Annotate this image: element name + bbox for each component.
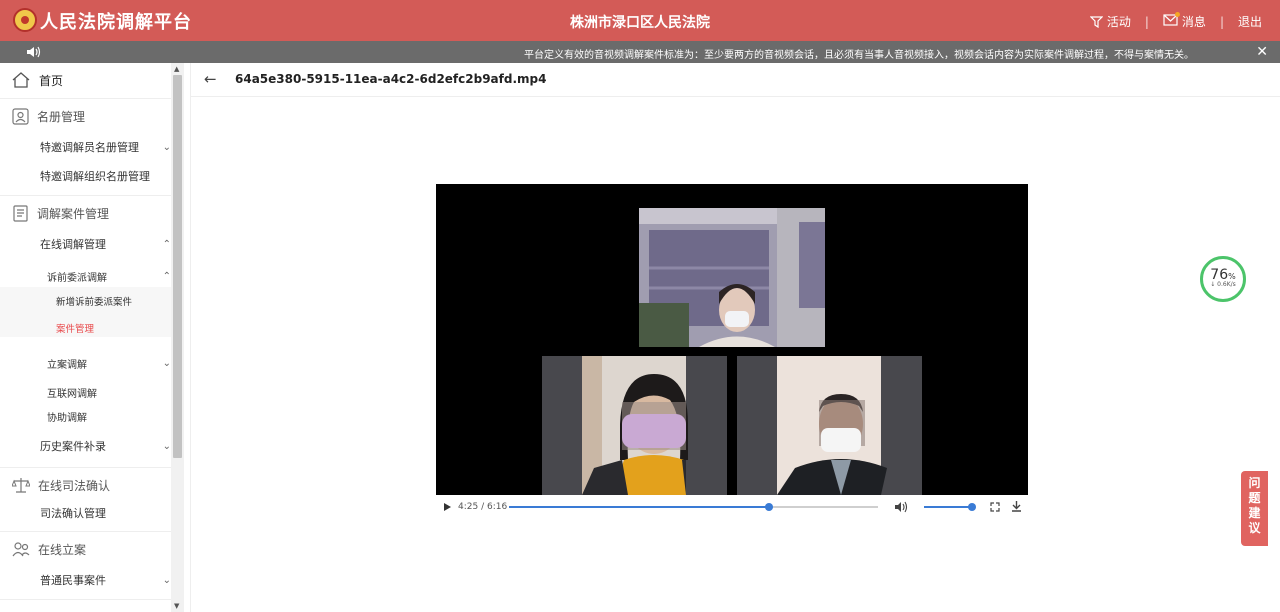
playback-time: 4:25 / 6:16 <box>458 502 508 512</box>
scroll-up-icon[interactable]: ▲ <box>174 65 179 73</box>
chevron-down-icon: ⌄ <box>162 141 171 153</box>
scales-icon <box>12 478 30 493</box>
video-filename: 64a5e380-5915-11ea-a4c2-6d2efc2b9afd.mp4 <box>235 72 547 86</box>
party-b-video-frame <box>737 356 922 495</box>
sidebar-item-pre-suit[interactable]: 诉前委派调解 ⌃ <box>47 269 183 284</box>
chevron-up-icon: ⌃ <box>162 271 171 282</box>
scroll-down-icon[interactable]: ▼ <box>174 602 179 610</box>
mediator-roster-label: 特邀调解员名册管理 <box>40 141 139 154</box>
activity-button[interactable]: 活动 <box>1089 13 1131 30</box>
widget-speed: ↓ 0.6K/s <box>1210 281 1236 288</box>
document-icon <box>13 204 28 222</box>
chevron-down-icon: ⌄ <box>162 358 171 369</box>
assisted-mediation-label: 协助调解 <box>47 413 87 424</box>
sidebar-item-civil-cases[interactable]: 普通民事案件 ⌄ <box>40 572 183 588</box>
scrollbar-thumb[interactable] <box>173 75 182 458</box>
chevron-down-icon: ⌄ <box>162 440 171 452</box>
volume-handle[interactable] <box>968 503 976 511</box>
header-separator: | <box>1144 14 1149 29</box>
volume-level <box>924 506 972 508</box>
notice-text: 平台定义有效的音视频调解案件标准为：至少要两方的音视频会话，且必须有当事人音视频… <box>524 50 1194 61</box>
pre-suit-label: 诉前委派调解 <box>47 273 107 284</box>
sidebar-section-filing[interactable]: 在线立案 <box>0 531 171 566</box>
flag-icon <box>1089 16 1103 28</box>
sidebar-item-history[interactable]: 历史案件补录 ⌄ <box>40 438 183 454</box>
sidebar: 首页 名册管理 特邀调解员名册管理 ⌄ 特邀调解组织名册管理 调解案件管理 在线… <box>0 63 184 612</box>
player-controls: 4:25 / 6:16 <box>436 495 1028 518</box>
sidebar-item-org-roster[interactable]: 特邀调解组织名册管理 <box>40 168 171 184</box>
org-roster-label: 特邀调解组织名册管理 <box>40 170 150 183</box>
roster-section-label: 名册管理 <box>37 109 86 124</box>
logout-label: 退出 <box>1237 15 1262 29</box>
unread-dot <box>1174 12 1180 17</box>
people-icon <box>12 542 30 557</box>
video-player[interactable] <box>436 184 1028 495</box>
speaker-icon <box>27 46 41 58</box>
sidebar-divider <box>0 599 171 600</box>
sidebar-item-new-pre-suit[interactable]: 新增诉前委派案件 <box>56 294 171 308</box>
sidebar-item-internet-mediation[interactable]: 互联网调解 <box>47 385 171 400</box>
logout-button[interactable]: 退出 <box>1238 13 1262 30</box>
sidebar-section-cases[interactable]: 调解案件管理 <box>0 195 171 230</box>
seek-bar[interactable] <box>509 503 878 511</box>
activity-label: 活动 <box>1106 15 1131 29</box>
file-header: ← 64a5e380-5915-11ea-a4c2-6d2efc2b9afd.m… <box>191 63 1280 97</box>
percent-unit: % <box>1228 272 1236 281</box>
sidebar-item-online-mediation[interactable]: 在线调解管理 ⌃ <box>40 236 183 252</box>
header-separator: | <box>1219 14 1224 29</box>
history-label: 历史案件补录 <box>40 440 106 453</box>
sidebar-item-filing-mediation[interactable]: 立案调解 ⌄ <box>47 356 183 371</box>
filing-section-label: 在线立案 <box>38 542 87 557</box>
judicial-section-label: 在线司法确认 <box>38 478 111 493</box>
party-a-video-frame <box>542 356 727 495</box>
feedback-button[interactable]: 问题建议 <box>1241 471 1268 546</box>
filing-mediation-label: 立案调解 <box>47 360 87 371</box>
download-icon[interactable] <box>1011 500 1022 512</box>
sidebar-item-home[interactable]: 首页 <box>0 63 171 97</box>
mediator-video-frame <box>639 208 825 347</box>
home-icon <box>12 72 30 88</box>
sidebar-item-judicial-mgmt[interactable]: 司法确认管理 <box>40 505 171 521</box>
judicial-mgmt-label: 司法确认管理 <box>40 507 106 520</box>
sidebar-item-mediator-roster[interactable]: 特邀调解员名册管理 ⌄ <box>40 139 183 155</box>
new-pre-suit-label: 新增诉前委派案件 <box>56 297 133 308</box>
internet-mediation-label: 互联网调解 <box>47 389 97 400</box>
header-actions: 活动 | 消息 | 退出 <box>1089 12 1262 30</box>
roster-icon <box>12 107 29 125</box>
back-arrow-icon[interactable]: ← <box>204 70 217 88</box>
seek-progress <box>509 506 769 508</box>
fullscreen-icon[interactable] <box>990 502 1000 512</box>
civil-cases-label: 普通民事案件 <box>40 574 106 587</box>
close-icon[interactable]: ✕ <box>1256 44 1268 60</box>
home-label: 首页 <box>39 73 64 88</box>
sidebar-section-judicial[interactable]: 在线司法确认 <box>0 467 171 502</box>
chevron-down-icon: ⌄ <box>162 574 171 586</box>
video-tile-mediator <box>639 208 825 347</box>
notice-bar: 平台定义有效的音视频调解案件标准为：至少要两方的音视频会话，且必须有当事人音视频… <box>0 41 1280 63</box>
volume-icon[interactable] <box>894 501 908 513</box>
case-management-label: 案件管理 <box>56 324 95 335</box>
court-name: 株洲市渌口区人民法院 <box>570 15 710 31</box>
top-bar: 人民法院调解平台 株洲市渌口区人民法院 活动 | 消息 | 退出 <box>0 0 1280 41</box>
chevron-up-icon: ⌃ <box>162 238 171 250</box>
volume-slider[interactable] <box>924 503 976 511</box>
message-button[interactable]: 消息 <box>1163 12 1206 30</box>
sidebar-scrollbar[interactable]: ▲ ▼ <box>171 63 184 612</box>
seek-handle[interactable] <box>764 503 773 511</box>
feedback-label: 问题建议 <box>1248 476 1261 535</box>
case-section-label: 调解案件管理 <box>37 206 110 221</box>
play-icon[interactable] <box>443 502 452 512</box>
video-tile-party-b <box>737 356 922 495</box>
sidebar-section-roster[interactable]: 名册管理 <box>0 98 171 133</box>
online-mediation-label: 在线调解管理 <box>40 238 106 251</box>
mail-icon-wrap <box>1163 12 1180 29</box>
network-speed-widget[interactable]: 76% ↓ 0.6K/s <box>1200 256 1246 302</box>
message-label: 消息 <box>1181 15 1206 29</box>
sidebar-item-case-management[interactable]: 案件管理 <box>56 321 171 335</box>
video-tile-party-a <box>542 356 727 495</box>
sidebar-item-assisted-mediation[interactable]: 协助调解 <box>47 409 171 424</box>
